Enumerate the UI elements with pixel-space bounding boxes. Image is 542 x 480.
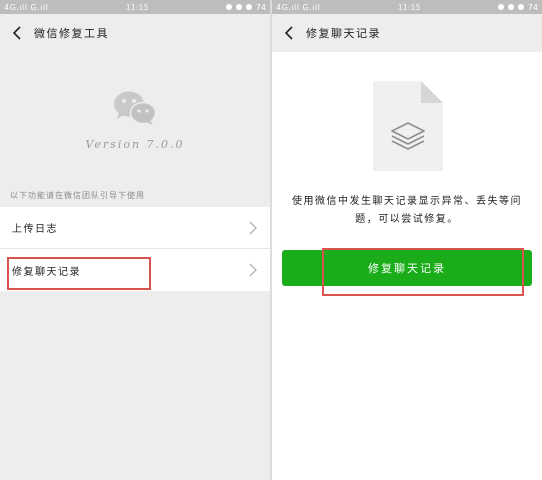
battery-level: 74 [527, 2, 538, 12]
highlight-box [7, 257, 151, 290]
clock: 11:15 [125, 2, 149, 12]
wechat-repair-tool-screen: 4G.ıll G.ıll 11:15 74 微信修复工具 Version 7.0… [0, 0, 270, 480]
page-title: 修复聊天记录 [306, 27, 381, 40]
wechat-logo-icon [114, 91, 157, 125]
document-icon [373, 81, 443, 171]
usage-hint: 以下功能请在微信团队引导下使用 [10, 191, 145, 200]
notification-icon [225, 4, 232, 10]
wifi-icon [517, 4, 524, 10]
clock: 11:15 [397, 2, 421, 12]
wifi-icon [245, 4, 252, 10]
alarm-icon [507, 4, 514, 10]
nav-bar: 修复聊天记录 [272, 14, 542, 52]
chevron-right-icon [249, 263, 257, 277]
page-title: 微信修复工具 [34, 27, 109, 40]
back-button[interactable] [280, 24, 298, 42]
status-bar: 4G.ıll G.ıll 11:15 74 [0, 0, 270, 14]
back-button[interactable] [8, 24, 26, 42]
upload-log-item[interactable]: 上传日志 [0, 207, 270, 249]
status-icons: 74 [225, 2, 266, 12]
back-arrow-icon [284, 26, 293, 40]
version-label: Version 7.0.0 [85, 138, 185, 151]
repair-chat-history-screen: 4G.ıll G.ıll 11:15 74 修复聊天记录 使用微信中发生聊天记录… [272, 0, 542, 480]
list-item-label: 上传日志 [12, 224, 58, 235]
notification-icon [497, 4, 504, 10]
battery-level: 74 [255, 2, 266, 12]
highlight-box [322, 248, 524, 296]
back-arrow-icon [12, 26, 21, 40]
chevron-right-icon [249, 221, 257, 234]
repair-description: 使用微信中发生聊天记录显示异常、丢失等问题，可以尝试修复。 [292, 196, 522, 225]
signal-indicator: 4G.ıll G.ıll [4, 2, 49, 12]
screenshot: 4G.ıll G.ıll 11:15 74 微信修复工具 Version 7.0… [0, 0, 542, 480]
nav-bar: 微信修复工具 [0, 14, 270, 52]
status-bar: 4G.ıll G.ıll 11:15 74 [272, 0, 542, 14]
status-icons: 74 [497, 2, 538, 12]
signal-indicator: 4G.ıll G.ıll [276, 2, 321, 12]
alarm-icon [235, 4, 242, 10]
